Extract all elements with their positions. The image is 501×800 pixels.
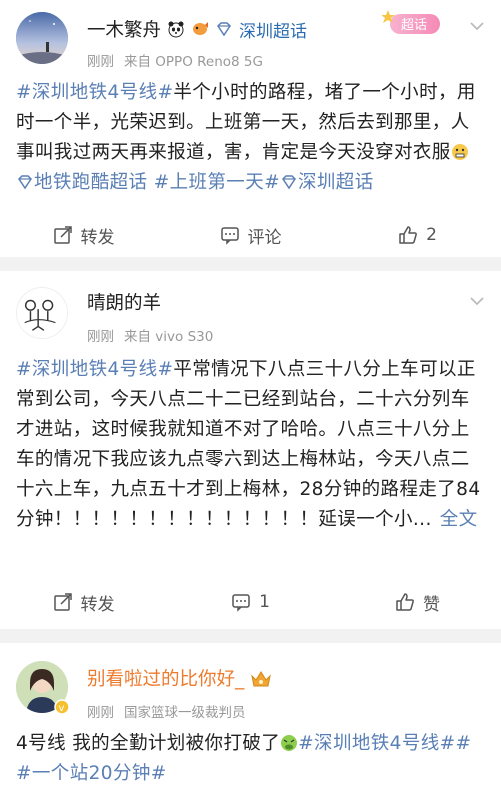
- diamond-icon: [282, 175, 296, 190]
- like-button[interactable]: 赞: [334, 590, 501, 615]
- username[interactable]: 晴朗的羊: [87, 289, 161, 315]
- post-meta: 刚刚 国家篮球一级裁判员: [87, 701, 246, 721]
- comment-button[interactable]: 评论: [167, 223, 334, 248]
- repost-button[interactable]: 转发: [0, 223, 167, 248]
- post-time: 刚刚: [87, 329, 114, 345]
- thumbs-up-icon: [396, 593, 414, 611]
- comment-label: 评论: [247, 227, 282, 248]
- action-bar: 转发 评论 2: [0, 210, 501, 260]
- like-count: 2: [426, 225, 437, 245]
- chevron-down-icon[interactable]: [469, 295, 485, 307]
- post-source: 国家篮球一级裁判员: [124, 705, 246, 721]
- post-text: #深圳地铁4号线#半个小时的路程，堵了一个小时，用时一个半，光荣迟到。上班第一天…: [0, 78, 501, 198]
- post-card: 一木繁舟 深圳超话 超话 刚刚 来自 OPPO Reno8 5G #深圳地铁4号…: [0, 0, 501, 257]
- hashtag-link[interactable]: #深圳地铁4号线#: [298, 733, 455, 754]
- comment-icon: [220, 227, 239, 245]
- post-source: 来自 vivo S30: [124, 329, 214, 345]
- post-source: 来自 OPPO Reno8 5G: [124, 54, 263, 70]
- panda-icon: [167, 20, 185, 38]
- name-row: 一木繁舟 深圳超话: [87, 14, 307, 44]
- chevron-down-icon[interactable]: [469, 20, 485, 32]
- supertopic-link[interactable]: 地铁跑酷超话: [16, 172, 147, 193]
- grimace-emoji-icon: [451, 141, 469, 160]
- supertopic-badge[interactable]: 超话: [381, 6, 444, 38]
- username[interactable]: 别看啦过的比你好_: [87, 665, 244, 691]
- name-row: 晴朗的羊: [87, 287, 161, 317]
- action-bar: 转发 1 赞: [0, 577, 501, 627]
- comment-count: 1: [259, 592, 270, 612]
- post-card: v 别看啦过的比你好_ 刚刚 国家篮球一级裁判员 4号线 我的全勤计划被你打破了…: [0, 643, 501, 800]
- crown-icon: [250, 668, 272, 688]
- comment-button[interactable]: 1: [167, 592, 334, 612]
- supertopic-link[interactable]: 深圳超话: [280, 172, 374, 193]
- svg-text:v: v: [59, 703, 65, 714]
- verified-badge-icon: v: [54, 699, 70, 715]
- post-time: 刚刚: [87, 705, 114, 721]
- post-body-text: 4号线 我的全勤计划被你打破了: [16, 733, 281, 754]
- hashtag-link[interactable]: #深圳地铁4号线#: [16, 359, 173, 380]
- supertopic-link-label: 深圳超话: [298, 172, 374, 193]
- supertopic-link[interactable]: 深圳超话: [239, 17, 307, 42]
- repost-label: 转发: [80, 227, 115, 248]
- read-more-link[interactable]: 全文: [440, 509, 478, 530]
- post-header: 一木繁舟 深圳超话 超话 刚刚 来自 OPPO Reno8 5G: [0, 0, 501, 70]
- post-card: 晴朗的羊 刚刚 来自 vivo S30 #深圳地铁4号线#平常情况下八点三十八分…: [0, 271, 501, 629]
- like-label: 赞: [423, 594, 440, 615]
- repost-button[interactable]: 转发: [0, 590, 167, 615]
- post-header: v 别看啦过的比你好_ 刚刚 国家篮球一级裁判员: [0, 643, 501, 721]
- post-meta: 刚刚 来自 OPPO Reno8 5G: [87, 50, 263, 70]
- diamond-icon: [215, 20, 233, 38]
- supertopic-link-label: 地铁跑酷超话: [34, 172, 148, 193]
- vomit-emoji-icon: [280, 732, 298, 751]
- post-meta: 刚刚 来自 vivo S30: [87, 325, 213, 345]
- post-body-text: 平常情况下八点三十八分上车可以正常到公司，今天八点二十二已经到站台，二十六分列车…: [16, 359, 481, 530]
- post-time: 刚刚: [87, 54, 114, 70]
- repost-icon: [53, 226, 72, 244]
- like-button[interactable]: 2: [334, 225, 501, 245]
- avatar[interactable]: [16, 12, 68, 64]
- feed-divider: [0, 629, 501, 643]
- repost-label: 转发: [80, 594, 115, 615]
- thumbs-up-icon: [399, 226, 417, 244]
- hashtag-link[interactable]: #深圳地铁4号线#: [16, 82, 173, 103]
- avatar[interactable]: [16, 287, 68, 339]
- badge-label: 超话: [401, 18, 427, 33]
- fish-icon: [191, 20, 209, 38]
- hashtag-link[interactable]: #上班第一天#: [154, 172, 280, 193]
- post-text: 4号线 我的全勤计划被你打破了 #深圳地铁4号线###一个站20分钟#: [0, 729, 501, 789]
- comment-icon: [232, 594, 250, 612]
- weibo-feed: 一木繁舟 深圳超话 超话 刚刚 来自 OPPO Reno8 5G #深圳地铁4号…: [0, 0, 501, 800]
- post-text: #深圳地铁4号线#平常情况下八点三十八分上车可以正常到公司，今天八点二十二已经到…: [0, 355, 501, 535]
- diamond-icon: [18, 175, 32, 190]
- name-row: 别看啦过的比你好_: [87, 663, 272, 693]
- repost-icon: [53, 593, 72, 611]
- username[interactable]: 一木繁舟: [87, 16, 161, 42]
- post-header: 晴朗的羊 刚刚 来自 vivo S30: [0, 271, 501, 345]
